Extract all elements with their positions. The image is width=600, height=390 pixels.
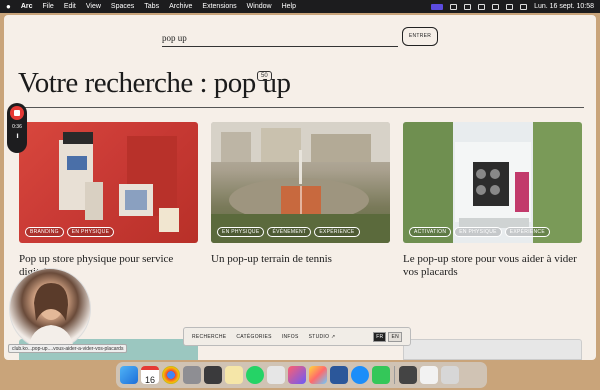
safari-icon[interactable] [351,366,369,384]
app-icon[interactable] [399,366,417,384]
finder-icon[interactable] [120,366,138,384]
screen-record-icon[interactable] [431,3,444,10]
result-card[interactable]: BRANDING EN PHYSIQUE Pop up store physiq… [19,122,198,279]
menu-app-name[interactable]: Arc [21,3,33,10]
chrome-icon[interactable] [162,366,180,384]
card-image[interactable]: BRANDING EN PHYSIQUE [19,122,198,243]
control-center-icon[interactable] [520,3,528,10]
battery-icon[interactable] [492,3,500,10]
tag[interactable]: EXPÉRIENCE [314,227,360,237]
bluetooth-icon[interactable] [478,3,486,10]
stop-recording-button[interactable] [10,106,24,120]
launchpad-icon[interactable] [267,366,285,384]
enter-button[interactable]: ENTRER [402,27,438,46]
presenter-avatar [28,283,74,351]
calendar-icon[interactable]: 16 [141,366,159,385]
messages-icon[interactable] [372,366,390,384]
language-switcher: FR EN [373,331,402,342]
menu-file[interactable]: File [43,3,54,10]
nav-infos[interactable]: INFOS [282,334,299,340]
creative-icon[interactable] [288,366,306,384]
trash-icon[interactable] [441,366,459,384]
page-title: Votre recherche : pop up [18,67,291,99]
menu-bar: ● Arc File Edit View Spaces Tabs Archive… [0,0,600,13]
recording-time: 0:36 [12,124,22,130]
pause-icon[interactable] [464,3,472,10]
menu-help[interactable]: Help [282,3,296,10]
menubar-status-area: Lun. 16 sept. 10:58 [431,3,594,10]
tag[interactable]: ÉVÉNEMENT [267,227,312,237]
nav-categories[interactable]: CATÉGORIES [236,334,271,340]
screen-recorder-control: 0:36 II [7,103,27,153]
atm-illustration [59,132,179,232]
tag[interactable]: ACTIVATION [409,227,452,237]
result-card[interactable]: ACTIVATION EN PHYSIQUE EXPÉRIENCE Le pop… [403,122,582,279]
tag[interactable]: BRANDING [25,227,64,237]
menu-view[interactable]: View [86,3,101,10]
card-tags: BRANDING EN PHYSIQUE [25,227,115,237]
dock: 16 [116,362,487,388]
dock-separator [394,366,395,384]
result-count-badge: 50 [257,71,272,81]
tag[interactable]: EN PHYSIQUE [454,227,502,237]
wifi-icon[interactable] [506,3,514,10]
card-image[interactable]: ACTIVATION EN PHYSIQUE EXPÉRIENCE [403,122,582,243]
webcam-bubble[interactable] [9,268,91,351]
photos-icon[interactable] [309,366,327,384]
pause-recording-button[interactable]: II [16,134,19,140]
card-title[interactable]: Le pop-up store pour vous aider à vider … [403,253,582,279]
menu-spaces[interactable]: Spaces [111,3,134,10]
notes-icon[interactable] [225,366,243,384]
lang-fr[interactable]: FR [373,331,387,342]
search-input[interactable]: pop up [162,30,398,47]
whatsapp-icon[interactable] [246,366,264,384]
apple-icon[interactable]: ● [6,2,11,11]
menu-window[interactable]: Window [247,3,272,10]
nav-studio[interactable]: STUDIO ↗ [309,334,336,340]
nav-search[interactable]: RECHERCHE [192,334,226,340]
divider [18,107,584,108]
next-card-image[interactable] [403,339,582,360]
result-card[interactable]: EN PHYSIQUE ÉVÉNEMENT EXPÉRIENCE Un pop-… [211,122,390,266]
menu-tabs[interactable]: Tabs [144,3,159,10]
card-tags: EN PHYSIQUE ÉVÉNEMENT EXPÉRIENCE [217,227,360,237]
extension-icon[interactable] [450,3,458,10]
tag[interactable]: EN PHYSIQUE [217,227,265,237]
bottom-navigation: RECHERCHE CATÉGORIES INFOS STUDIO ↗ FR E… [183,327,411,346]
browser-window: pop up ENTRER Votre recherche : pop up 5… [4,15,596,360]
arc-icon[interactable] [204,366,222,384]
card-tags: ACTIVATION EN PHYSIQUE EXPÉRIENCE [409,227,550,237]
lang-en[interactable]: EN [388,331,402,342]
menu-archive[interactable]: Archive [169,3,192,10]
word-icon[interactable] [330,366,348,384]
link-preview-url: club.ko...pop-up....vous-aider-a-vider-v… [8,344,128,353]
tennis-court-illustration [211,122,390,243]
clock[interactable]: Lun. 16 sept. 10:58 [534,3,594,10]
preview-icon[interactable] [420,366,438,384]
card-image[interactable]: EN PHYSIQUE ÉVÉNEMENT EXPÉRIENCE [211,122,390,243]
store-illustration [403,122,582,243]
settings-icon[interactable] [183,366,201,384]
menu-extensions[interactable]: Extensions [202,3,236,10]
tag[interactable]: EXPÉRIENCE [504,227,550,237]
tag[interactable]: EN PHYSIQUE [66,227,115,237]
menu-edit[interactable]: Edit [64,3,76,10]
card-title[interactable]: Un pop-up terrain de tennis [211,253,390,266]
